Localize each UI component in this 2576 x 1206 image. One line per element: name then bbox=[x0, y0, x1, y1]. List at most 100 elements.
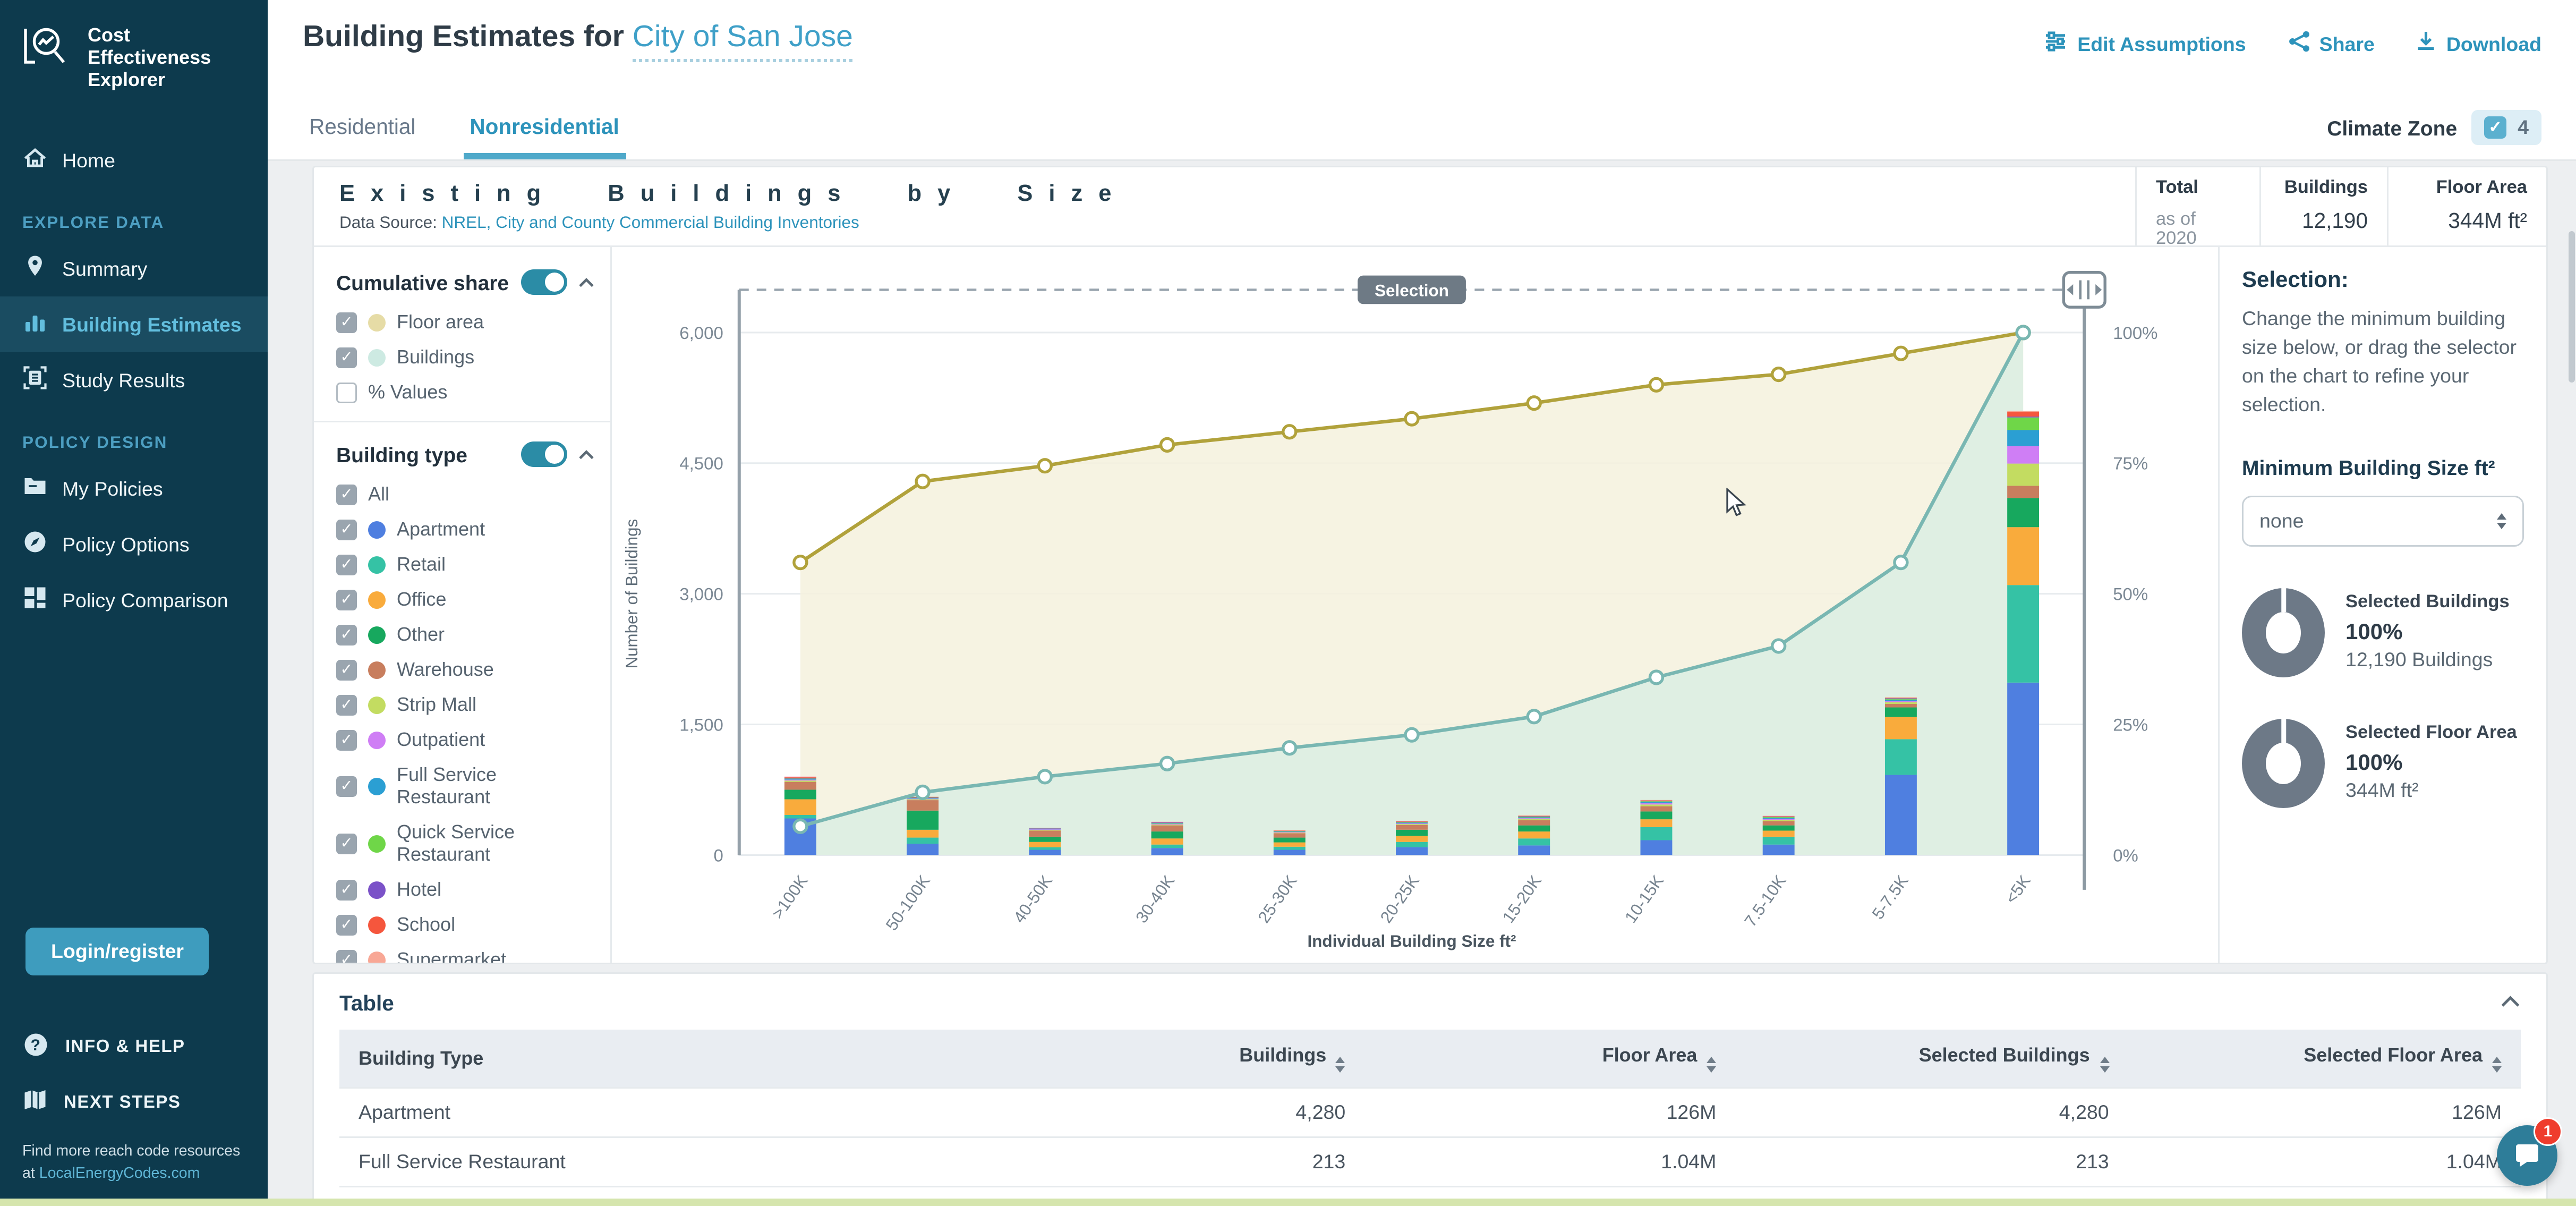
min-building-size-select[interactable]: none bbox=[2242, 495, 2524, 546]
legend-dot bbox=[368, 881, 386, 898]
buildings-by-size-chart[interactable]: 6,000100%4,50075%3,00050%1,50025%00%Numb… bbox=[612, 247, 2218, 963]
column-header-selected-buildings[interactable]: Selected Buildings bbox=[1735, 1030, 2128, 1087]
building-type-option-warehouse[interactable]: ✓Warehouse bbox=[336, 658, 594, 681]
page-title: Building Estimates for City of San Jose bbox=[303, 21, 853, 57]
chat-unread-badge: 1 bbox=[2534, 1117, 2562, 1146]
sidebar-item-my-policies[interactable]: My Policies bbox=[0, 461, 268, 517]
share-button[interactable]: Share bbox=[2288, 30, 2375, 57]
checkbox-checked-icon[interactable]: ✓ bbox=[336, 589, 357, 610]
checkbox-checked-icon[interactable]: ✓ bbox=[336, 484, 357, 505]
value-cell: 126M bbox=[2128, 1087, 2521, 1136]
cumulative-option--values[interactable]: % Values bbox=[336, 381, 594, 403]
sort-icon[interactable] bbox=[1336, 1057, 1345, 1072]
table-card: Table Building TypeBuildingsFloor AreaSe… bbox=[312, 972, 2548, 1206]
option-label: Floor area bbox=[397, 311, 484, 333]
checkbox-checked-icon[interactable]: ✓ bbox=[336, 554, 357, 575]
building-type-option-outpatient[interactable]: ✓Outpatient bbox=[336, 728, 594, 751]
cumulative-share-toggle[interactable] bbox=[521, 269, 567, 295]
chart-svg[interactable]: 6,000100%4,50075%3,00050%1,50025%00%Numb… bbox=[612, 247, 2218, 963]
checkbox-checked-icon[interactable]: ✓ bbox=[336, 659, 357, 680]
checkbox-checked-icon[interactable]: ✓ bbox=[336, 776, 357, 796]
building-type-option-full-service-restaurant[interactable]: ✓Full Service Restaurant bbox=[336, 763, 594, 808]
legend-dot bbox=[368, 591, 386, 608]
building-type-option-school[interactable]: ✓School bbox=[336, 913, 594, 936]
sort-icon[interactable] bbox=[1707, 1057, 1716, 1072]
stat-pct: 100% bbox=[2345, 618, 2510, 644]
column-header-buildings[interactable]: Buildings bbox=[983, 1030, 1365, 1087]
building-type-option-other[interactable]: ✓Other bbox=[336, 623, 594, 646]
checkbox-checked-icon[interactable]: ✓ bbox=[336, 949, 357, 963]
collapse-chevron-icon[interactable] bbox=[2500, 988, 2521, 1017]
building-type-option-office[interactable]: ✓Office bbox=[336, 588, 594, 610]
sidebar-item-next-steps[interactable]: NEXT STEPS bbox=[22, 1088, 245, 1118]
tab-residential[interactable]: Residential bbox=[303, 102, 422, 159]
checkbox-checked-icon[interactable]: ✓ bbox=[336, 347, 357, 368]
sidebar-item-summary[interactable]: Summary bbox=[0, 241, 268, 297]
checkbox-checked-icon[interactable]: ✓ bbox=[336, 879, 357, 900]
min-building-size-value: none bbox=[2259, 509, 2304, 532]
data-source: Data Source: NREL, City and County Comme… bbox=[339, 214, 2135, 233]
checkbox-checked-icon[interactable]: ✓ bbox=[336, 624, 357, 645]
svg-text:25-30K: 25-30K bbox=[1255, 872, 1301, 927]
local-energy-codes-link[interactable]: LocalEnergyCodes.com bbox=[39, 1165, 200, 1182]
stat-label: Selected Floor Area bbox=[2345, 724, 2517, 743]
logo-line1: Cost Effectiveness bbox=[88, 24, 252, 69]
city-selector-link[interactable]: City of San Jose bbox=[633, 21, 853, 62]
legend-dot bbox=[368, 696, 386, 714]
sort-icon[interactable] bbox=[2492, 1057, 2502, 1072]
login-register-button[interactable]: Login/register bbox=[25, 928, 209, 976]
table-title: Table bbox=[339, 991, 394, 1015]
sidebar-item-policy-options[interactable]: Policy Options bbox=[0, 517, 268, 573]
column-header-selected-floor-area[interactable]: Selected Floor Area bbox=[2128, 1030, 2521, 1087]
checkbox-unchecked-icon[interactable] bbox=[336, 382, 357, 403]
building-type-option-retail[interactable]: ✓Retail bbox=[336, 553, 594, 575]
tab-nonresidential[interactable]: Nonresidential bbox=[463, 102, 625, 159]
sidebar-item-policy-comparison[interactable]: Policy Comparison bbox=[0, 573, 268, 629]
table-row[interactable]: Full Service Restaurant2131.04M2131.04M bbox=[339, 1136, 2521, 1186]
cumulative-option-buildings[interactable]: ✓Buildings bbox=[336, 346, 594, 368]
svg-text:Selection: Selection bbox=[1375, 281, 1449, 300]
sliders-icon bbox=[2044, 30, 2068, 57]
building-type-option-supermarket[interactable]: ✓Supermarket bbox=[336, 948, 594, 963]
checkbox-checked-icon[interactable]: ✓ bbox=[336, 694, 357, 715]
chevron-up-icon[interactable] bbox=[578, 268, 594, 296]
sidebar-item-label: Policy Options bbox=[62, 534, 190, 556]
logo-line2: Explorer bbox=[88, 69, 252, 91]
sidebar: Cost Effectiveness Explorer Home EXPLORE… bbox=[0, 0, 268, 1206]
checkbox-checked-icon[interactable]: ✓ bbox=[336, 519, 357, 540]
edit-assumptions-button[interactable]: Edit Assumptions bbox=[2044, 30, 2246, 57]
data-source-link[interactable]: NREL, City and County Commercial Buildin… bbox=[442, 214, 859, 233]
stepper-icon[interactable] bbox=[2497, 513, 2506, 529]
column-header-floor-area[interactable]: Floor Area bbox=[1364, 1030, 1735, 1087]
chevron-up-icon[interactable] bbox=[578, 440, 594, 469]
building-type-option-hotel[interactable]: ✓Hotel bbox=[336, 878, 594, 901]
app-logo[interactable]: Cost Effectiveness Explorer bbox=[0, 0, 268, 104]
cumulative-option-floor-area[interactable]: ✓ Floor area bbox=[336, 311, 594, 333]
scrollbar-thumb[interactable] bbox=[2569, 231, 2575, 383]
checkbox-checked-icon[interactable]: ✓ bbox=[336, 312, 357, 333]
building-type-option-quick-service-restaurant[interactable]: ✓Quick Service Restaurant bbox=[336, 821, 594, 865]
svg-text:25%: 25% bbox=[2113, 715, 2148, 735]
sidebar-item-label: Study Results bbox=[62, 370, 185, 392]
checkbox-checked-icon[interactable]: ✓ bbox=[336, 914, 357, 935]
table-row[interactable]: Apartment4,280126M4,280126M bbox=[339, 1087, 2521, 1136]
legend-dot bbox=[368, 626, 386, 643]
climate-zone-checkbox[interactable]: ✓ bbox=[2484, 116, 2506, 139]
sort-icon[interactable] bbox=[2100, 1057, 2109, 1072]
building-type-option-strip-mall[interactable]: ✓Strip Mall bbox=[336, 693, 594, 716]
building-type-option-all[interactable]: ✓All bbox=[336, 483, 594, 505]
checkbox-checked-icon[interactable]: ✓ bbox=[336, 833, 357, 854]
chat-launcher-button[interactable]: 1 bbox=[2497, 1125, 2557, 1186]
sidebar-item-building-estimates[interactable]: Building Estimates bbox=[0, 297, 268, 353]
sidebar-item-home[interactable]: Home bbox=[0, 133, 268, 189]
checkbox-checked-icon[interactable]: ✓ bbox=[336, 729, 357, 750]
selected-buildings-donut bbox=[2242, 588, 2325, 677]
sidebar-item-study-results[interactable]: Study Results bbox=[0, 353, 268, 409]
selected-floor-area-donut bbox=[2242, 718, 2325, 808]
building-type-toggle[interactable] bbox=[521, 441, 567, 467]
download-button[interactable]: Download bbox=[2416, 30, 2541, 57]
legend-dot bbox=[368, 951, 386, 963]
sidebar-item-info-help[interactable]: ? INFO & HELP bbox=[22, 1032, 245, 1064]
building-type-option-apartment[interactable]: ✓Apartment bbox=[336, 518, 594, 540]
climate-zone-pill[interactable]: ✓ 4 bbox=[2471, 110, 2541, 145]
